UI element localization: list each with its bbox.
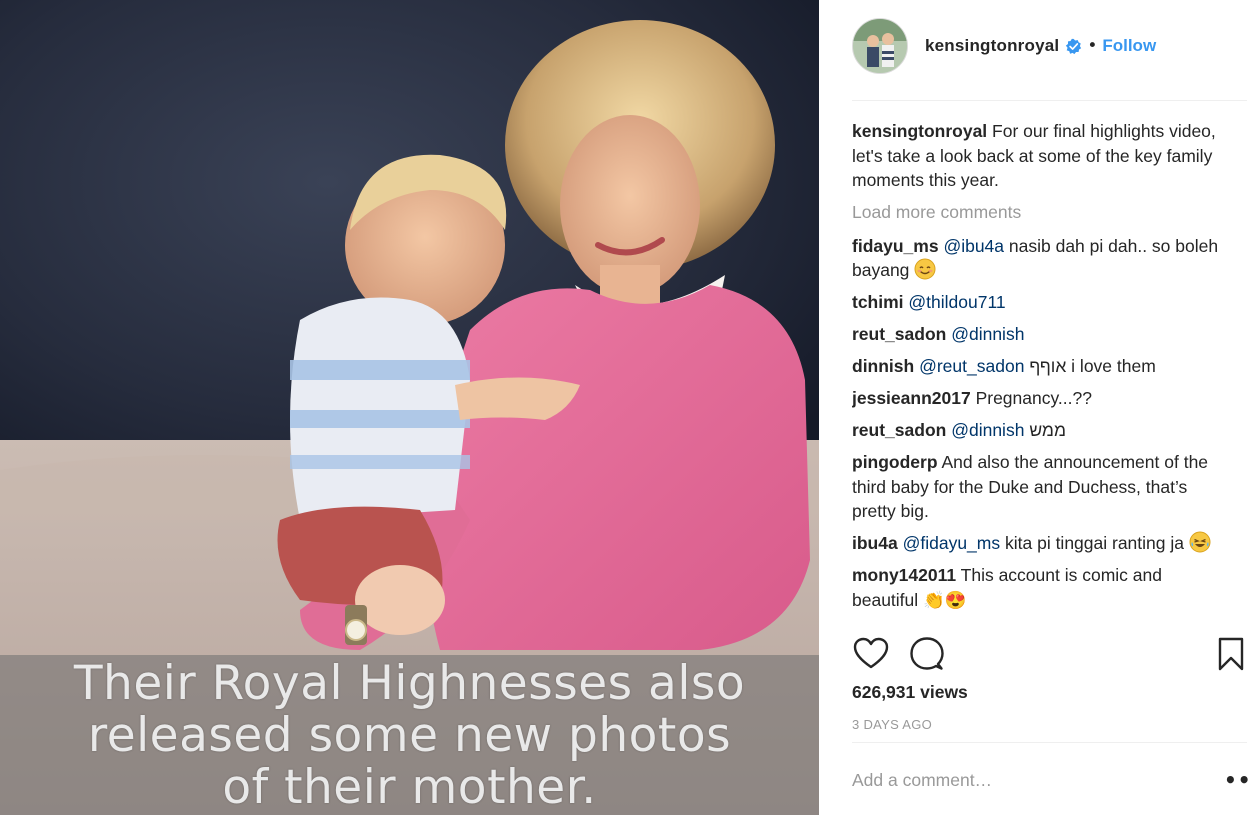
video-caption-line: of their mother. (222, 760, 597, 815)
follow-button[interactable]: Follow (1102, 36, 1156, 56)
post-side-panel: kensingtonroyal • Follow kensingtonroyal… (819, 0, 1248, 815)
instagram-post: Their Royal Highnesses also released som… (0, 0, 1248, 815)
comments-list[interactable]: kensingtonroyal For our final highlights… (852, 119, 1224, 623)
comment-mention[interactable]: @dinnish (951, 324, 1024, 344)
load-more-comments-button[interactable]: Load more comments (852, 200, 1224, 225)
post-header: kensingtonroyal • Follow (852, 16, 1247, 76)
comment-username[interactable]: fidayu_ms (852, 236, 939, 256)
video-caption-line: released some new photos (87, 708, 732, 763)
header-username[interactable]: kensingtonroyal (925, 36, 1059, 56)
comment-username[interactable]: tchimi (852, 292, 904, 312)
comment-text: kita pi tinggai ranting ja (1000, 533, 1189, 553)
comment-item: reut_sadon @dinnish ממש (852, 418, 1224, 443)
smiling-face-icon (914, 258, 936, 280)
comment-item: ibu4a @fidayu_ms kita pi tinggai ranting… (852, 531, 1224, 556)
verified-badge-icon (1066, 38, 1082, 54)
comment-button[interactable] (907, 634, 945, 674)
crying-laughing-face-icon (1189, 531, 1211, 553)
header-separator: • (1087, 36, 1098, 56)
comment-mention[interactable]: @ibu4a (943, 236, 1004, 256)
more-options-button[interactable]: ••• (1224, 768, 1248, 792)
comment-mention[interactable]: @fidayu_ms (903, 533, 1001, 553)
comment-username[interactable]: ibu4a (852, 533, 898, 553)
comment-mention[interactable]: @thildou711 (908, 292, 1005, 312)
comment-bubble-icon (910, 637, 944, 670)
view-count[interactable]: 626,931 views (852, 682, 968, 703)
comment-item: mony142011 This account is comic and bea… (852, 563, 1224, 612)
caption-username[interactable]: kensingtonroyal (852, 121, 987, 141)
comment-username[interactable]: reut_sadon (852, 324, 946, 344)
comment-username[interactable]: mony142011 (852, 565, 956, 585)
comment-mention[interactable]: @dinnish (951, 420, 1024, 440)
comment-text: אוףף i love them (1024, 356, 1156, 376)
add-comment-input[interactable] (852, 770, 1192, 791)
video-caption: Their Royal Highnesses also released som… (0, 658, 819, 814)
comment-item: jessieann2017 Pregnancy...?? (852, 386, 1224, 411)
comment-mention[interactable]: @reut_sadon (919, 356, 1024, 376)
bookmark-icon (1218, 637, 1244, 671)
comment-item: fidayu_ms @ibu4a nasib dah pi dah.. so b… (852, 234, 1224, 283)
comment-item: pingoderp And also the announcement of t… (852, 450, 1224, 524)
comment-item: dinnish @reut_sadon אוףף i love them (852, 354, 1224, 379)
post-actions (852, 634, 1247, 674)
comment-username[interactable]: pingoderp (852, 452, 938, 472)
video-caption-line: Their Royal Highnesses also (73, 656, 746, 711)
avatar[interactable] (852, 18, 908, 74)
header-divider (852, 100, 1247, 101)
heart-icon (853, 637, 889, 669)
comment-item: reut_sadon @dinnish (852, 322, 1224, 347)
comment-username[interactable]: dinnish (852, 356, 914, 376)
post-timestamp[interactable]: 3 DAYS AGO (852, 717, 932, 732)
comment-item: tchimi @thildou711 (852, 290, 1224, 315)
save-button[interactable] (1212, 634, 1248, 674)
post-media[interactable]: Their Royal Highnesses also released som… (0, 0, 819, 815)
comment-text: ממש (1024, 420, 1066, 440)
comment-username[interactable]: jessieann2017 (852, 388, 971, 408)
post-caption: kensingtonroyal For our final highlights… (852, 119, 1224, 193)
comment-text: Pregnancy...?? (970, 388, 1092, 408)
like-button[interactable] (852, 634, 890, 674)
avatar-image (853, 19, 907, 73)
comment-divider (852, 742, 1247, 743)
comment-username[interactable]: reut_sadon (852, 420, 946, 440)
